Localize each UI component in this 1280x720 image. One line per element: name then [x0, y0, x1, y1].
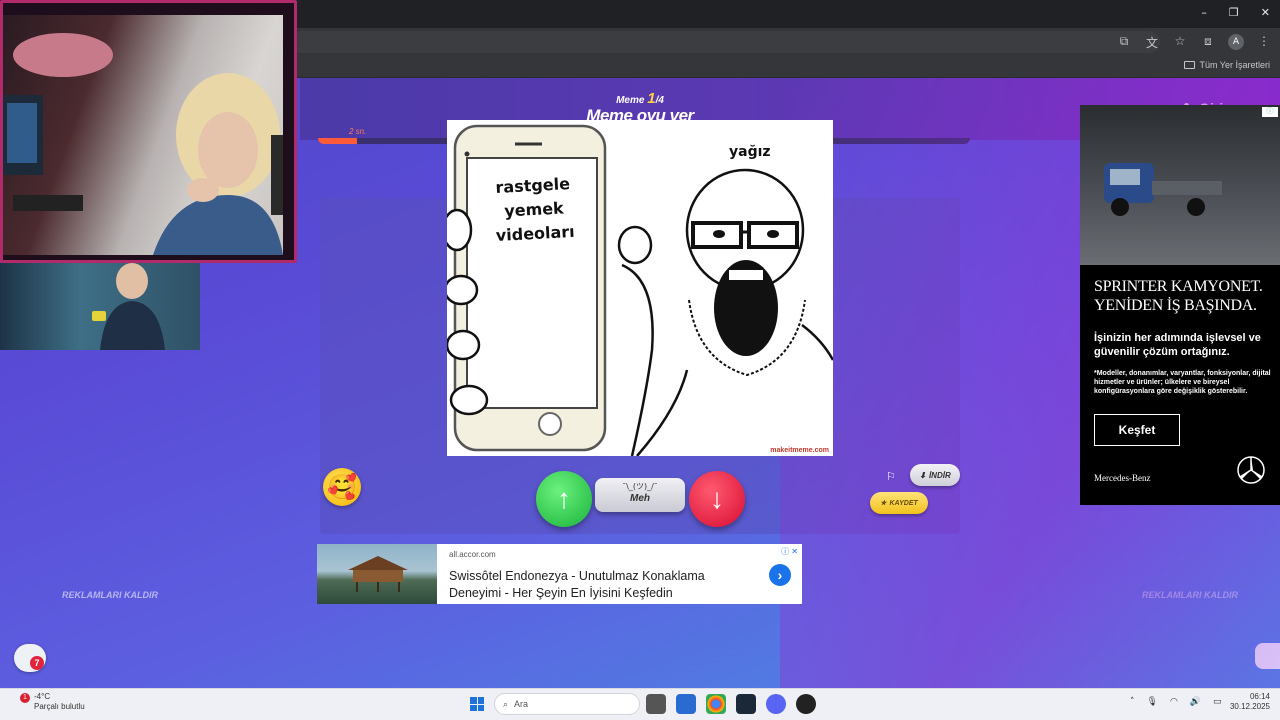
bookmark-star-icon[interactable]: ☆: [1172, 34, 1188, 51]
counter-total: /4: [655, 95, 664, 106]
close-button[interactable]: ✕: [1261, 6, 1270, 19]
steam-icon[interactable]: [736, 694, 756, 714]
address-bar[interactable]: [290, 31, 1160, 53]
ad-banner-bottom[interactable]: all.accor.com Swissôtel Endonezya - Unut…: [317, 544, 802, 604]
webcam-overlay: [0, 0, 297, 263]
minimize-button[interactable]: –: [1201, 6, 1207, 19]
ad-brand: Mercedes-Benz: [1094, 473, 1151, 483]
downvote-button[interactable]: ↓: [689, 471, 745, 527]
taskbar-search[interactable]: ⌕ Ara: [494, 693, 640, 715]
ad-subtitle: İşinizin her adımında işlevsel ve güveni…: [1094, 332, 1261, 358]
taskbar-apps: [646, 694, 816, 714]
download-label: İNDİR: [928, 470, 951, 480]
star-icon: ★: [880, 500, 887, 507]
menu-icon[interactable]: ⋮: [1256, 34, 1272, 51]
chevron-up-icon[interactable]: ˄: [1130, 697, 1135, 707]
wifi-icon[interactable]: ◠: [1170, 697, 1178, 707]
remove-ads-link-left[interactable]: REKLAMLARI KALDIR: [62, 590, 158, 600]
mercedes-star-icon: [1237, 456, 1265, 484]
ad-fine-print: *Modeller, donanımlar, varyantlar, fonks…: [1094, 370, 1271, 395]
ad-bottom-image: [317, 544, 437, 604]
chevron-right-icon[interactable]: ›: [769, 564, 791, 586]
character-label: yağız: [729, 144, 771, 160]
side-widget[interactable]: [1255, 643, 1280, 669]
save-label: KAYDET: [889, 499, 918, 507]
hut-image: [348, 556, 408, 592]
volume-icon[interactable]: 🔊: [1190, 697, 1201, 707]
ad-cta-button[interactable]: Keşfet: [1094, 414, 1180, 446]
counter-prefix: Meme: [616, 95, 645, 106]
presenter-image: [92, 263, 165, 350]
ad-headline: SPRINTER KAMYONET. YENİDEN İŞ BAŞINDA.: [1094, 278, 1263, 314]
meh-label: Meh: [630, 493, 650, 504]
translate-icon[interactable]: 文: [1144, 34, 1160, 51]
chrome-icon[interactable]: [706, 694, 726, 714]
ad-photo: [1080, 105, 1280, 265]
extensions-icon[interactable]: ⧈: [1200, 34, 1216, 51]
save-button[interactable]: ★ KAYDET: [870, 492, 928, 514]
search-placeholder: Ara: [514, 699, 529, 709]
profile-avatar[interactable]: A: [1228, 34, 1244, 50]
time: 06:14: [1249, 692, 1270, 701]
search-icon: ⌕: [503, 698, 509, 709]
window-controls: – ❐ ✕: [1201, 6, 1270, 19]
chat-badge: 7: [30, 656, 44, 670]
timer-label: 2 sn.: [349, 127, 367, 136]
meh-face: ¯\_(ツ)_/¯: [622, 482, 658, 491]
temperature: -4°C: [34, 692, 51, 701]
ad-domain: all.accor.com: [449, 550, 496, 559]
meh-button[interactable]: ¯\_(ツ)_/¯ Meh: [595, 478, 685, 512]
taskbar-clock[interactable]: 06:14 30.12.2025: [1224, 692, 1270, 712]
ad-banner-right[interactable]: ⓘ SPRINTER KAMYONET. YENİDEN İŞ BAŞINDA.…: [1080, 105, 1280, 505]
meme-counter: Meme 1/4: [540, 90, 740, 107]
remove-ads-link-right[interactable]: REKLAMLARI KALDIR: [1142, 590, 1238, 600]
all-bookmarks-label: Tüm Yer İşaretleri: [1199, 60, 1270, 70]
microphone-icon[interactable]: 🎙: [1147, 697, 1158, 707]
cast-icon[interactable]: ⧉: [1116, 34, 1132, 51]
streamer-silhouette: [3, 33, 283, 255]
battery-icon[interactable]: ▭: [1213, 697, 1222, 707]
system-tray: ˄ 🎙 ◠ 🔊 ▭: [1130, 697, 1222, 707]
obs-icon[interactable]: [796, 694, 816, 714]
emoji-reaction-button[interactable]: 🥰: [323, 468, 361, 506]
phone-caption: rastgele yemek videoları: [495, 174, 576, 246]
meme-drawing: [447, 124, 833, 456]
ad-bottom-title[interactable]: Swissôtel Endonezya - Unutulmaz Konaklam…: [449, 568, 749, 602]
secondary-video: [0, 263, 200, 350]
download-icon: ⬇: [919, 470, 926, 480]
watermark: makeitmeme.com: [770, 447, 829, 454]
task-view-icon[interactable]: [646, 694, 666, 714]
store-icon[interactable]: [676, 694, 696, 714]
webcam-feed: [3, 15, 283, 255]
weather-text: Parçalı bulutlu: [34, 702, 85, 711]
counter-current: 1: [647, 90, 656, 107]
ad-close-icon[interactable]: ⓘ ✕: [781, 546, 798, 557]
meme-image: rastgele yemek videoları yağız makeitmem…: [447, 120, 833, 456]
van-image: [1104, 163, 1222, 216]
download-button[interactable]: ⬇ İNDİR: [910, 464, 960, 486]
toolbar-icons: ⧉ 文 ☆ ⧈ A ⋮: [1116, 34, 1272, 51]
folder-icon: [1184, 61, 1196, 69]
weather-widget[interactable]: -4°C Parçalı bulutlu: [18, 692, 85, 712]
discord-icon[interactable]: [766, 694, 786, 714]
date: 30.12.2025: [1229, 702, 1270, 711]
flag-icon[interactable]: ⚐: [886, 470, 896, 483]
timer-fill: [318, 138, 358, 144]
upvote-button[interactable]: ↑: [536, 471, 592, 527]
maximize-button[interactable]: ❐: [1229, 6, 1239, 19]
ad-info-icon[interactable]: ⓘ: [1262, 107, 1278, 117]
windows-start-icon[interactable]: [470, 697, 484, 711]
all-bookmarks-button[interactable]: Tüm Yer İşaretleri: [1184, 60, 1270, 70]
taskbar: [0, 688, 1280, 720]
